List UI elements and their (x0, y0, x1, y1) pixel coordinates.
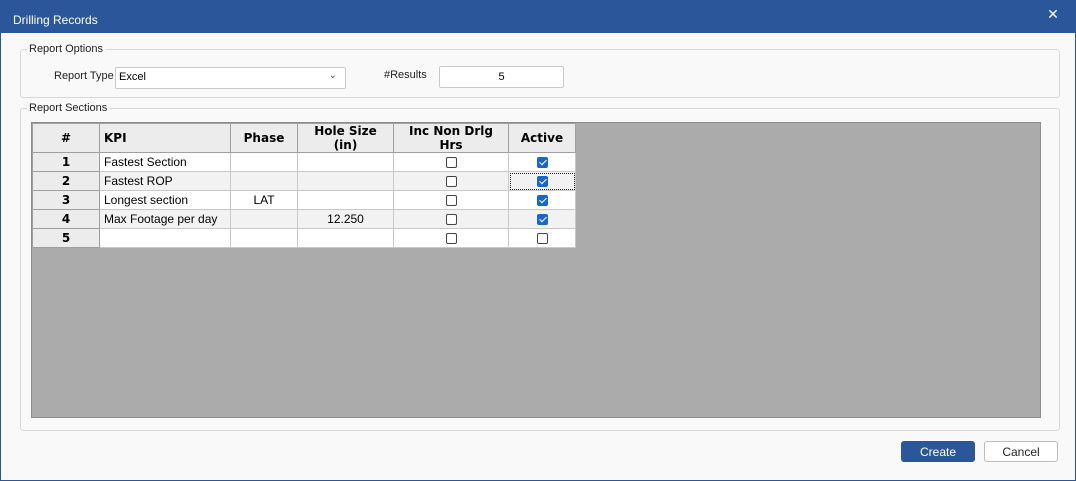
active-cell[interactable] (508, 171, 576, 191)
column-header-kpi[interactable]: KPI (99, 123, 231, 153)
cancel-button[interactable]: Cancel (984, 441, 1058, 462)
active-cell[interactable] (508, 228, 576, 248)
report-options-group: Report Options Report Type Excel ⌄ #Resu… (20, 43, 1060, 98)
report-type-select[interactable]: Excel ⌄ (115, 67, 346, 89)
inc-non-drlg-checkbox[interactable] (445, 214, 457, 226)
row-number[interactable]: 4 (32, 209, 100, 229)
active-cell[interactable] (508, 209, 576, 229)
table-row[interactable]: 5 (32, 228, 576, 248)
hole-size-cell[interactable] (297, 228, 394, 248)
phase-cell[interactable] (230, 152, 298, 172)
title-bar: Drilling Records ✕ (1, 1, 1075, 33)
active-checkbox[interactable] (536, 195, 548, 207)
hole-size-cell[interactable] (297, 190, 394, 210)
inc-non-drlg-checkbox[interactable] (445, 157, 457, 169)
active-checkbox[interactable] (536, 157, 548, 169)
inc-non-drlg-cell[interactable] (393, 190, 509, 210)
kpi-cell[interactable] (99, 228, 231, 248)
report-options-legend: Report Options (27, 43, 106, 55)
report-type-label: Report Type (54, 70, 114, 82)
column-header-hole-size[interactable]: Hole Size (in) (297, 123, 394, 153)
column-header-active[interactable]: Active (508, 123, 576, 153)
kpi-cell[interactable]: Max Footage per day (99, 209, 231, 229)
inc-non-drlg-cell[interactable] (393, 152, 509, 172)
table-row[interactable]: 4 Max Footage per day 12.250 (32, 209, 576, 229)
kpi-cell[interactable]: Fastest ROP (99, 171, 231, 191)
inc-non-drlg-checkbox[interactable] (445, 176, 457, 188)
report-sections-legend: Report Sections (27, 102, 111, 114)
kpi-cell[interactable]: Fastest Section (99, 152, 231, 172)
active-checkbox[interactable] (536, 176, 548, 188)
hole-size-cell[interactable] (297, 152, 394, 172)
row-number[interactable]: 1 (32, 152, 100, 172)
chevron-down-icon: ⌄ (328, 70, 337, 81)
results-label: #Results (384, 69, 427, 81)
inc-non-drlg-checkbox[interactable] (445, 233, 457, 245)
active-cell[interactable] (508, 190, 576, 210)
active-checkbox[interactable] (536, 214, 548, 226)
drilling-records-dialog: Drilling Records ✕ Report Options Report… (0, 0, 1076, 481)
hole-size-cell[interactable]: 12.250 (297, 209, 394, 229)
report-type-value: Excel (119, 71, 146, 83)
table-row[interactable]: 2 Fastest ROP (32, 171, 576, 191)
sections-table: # KPI Phase Hole Size (in) Inc Non Drlg … (32, 123, 576, 248)
row-number[interactable]: 2 (32, 171, 100, 191)
column-header-inc-non-drlg-hrs[interactable]: Inc Non Drlg Hrs (393, 123, 509, 153)
close-icon[interactable]: ✕ (1039, 3, 1067, 27)
column-header-phase[interactable]: Phase (230, 123, 298, 153)
phase-cell[interactable] (230, 171, 298, 191)
inc-non-drlg-checkbox[interactable] (445, 195, 457, 207)
row-number[interactable]: 3 (32, 190, 100, 210)
phase-cell[interactable] (230, 209, 298, 229)
phase-cell[interactable] (230, 228, 298, 248)
inc-non-drlg-cell[interactable] (393, 171, 509, 191)
report-sections-grid: # KPI Phase Hole Size (in) Inc Non Drlg … (31, 122, 1041, 418)
results-input[interactable]: 5 (439, 66, 564, 88)
active-checkbox[interactable] (536, 233, 548, 245)
header-row: # KPI Phase Hole Size (in) Inc Non Drlg … (32, 123, 576, 153)
active-cell[interactable] (508, 152, 576, 172)
phase-cell[interactable]: LAT (230, 190, 298, 210)
create-button[interactable]: Create (901, 441, 975, 462)
kpi-cell[interactable]: Longest section (99, 190, 231, 210)
window-title: Drilling Records (13, 13, 98, 27)
hole-size-cell[interactable] (297, 171, 394, 191)
inc-non-drlg-cell[interactable] (393, 209, 509, 229)
inc-non-drlg-cell[interactable] (393, 228, 509, 248)
table-row[interactable]: 1 Fastest Section (32, 152, 576, 172)
row-number[interactable]: 5 (32, 228, 100, 248)
table-row[interactable]: 3 Longest section LAT (32, 190, 576, 210)
column-header-number[interactable]: # (32, 123, 100, 153)
